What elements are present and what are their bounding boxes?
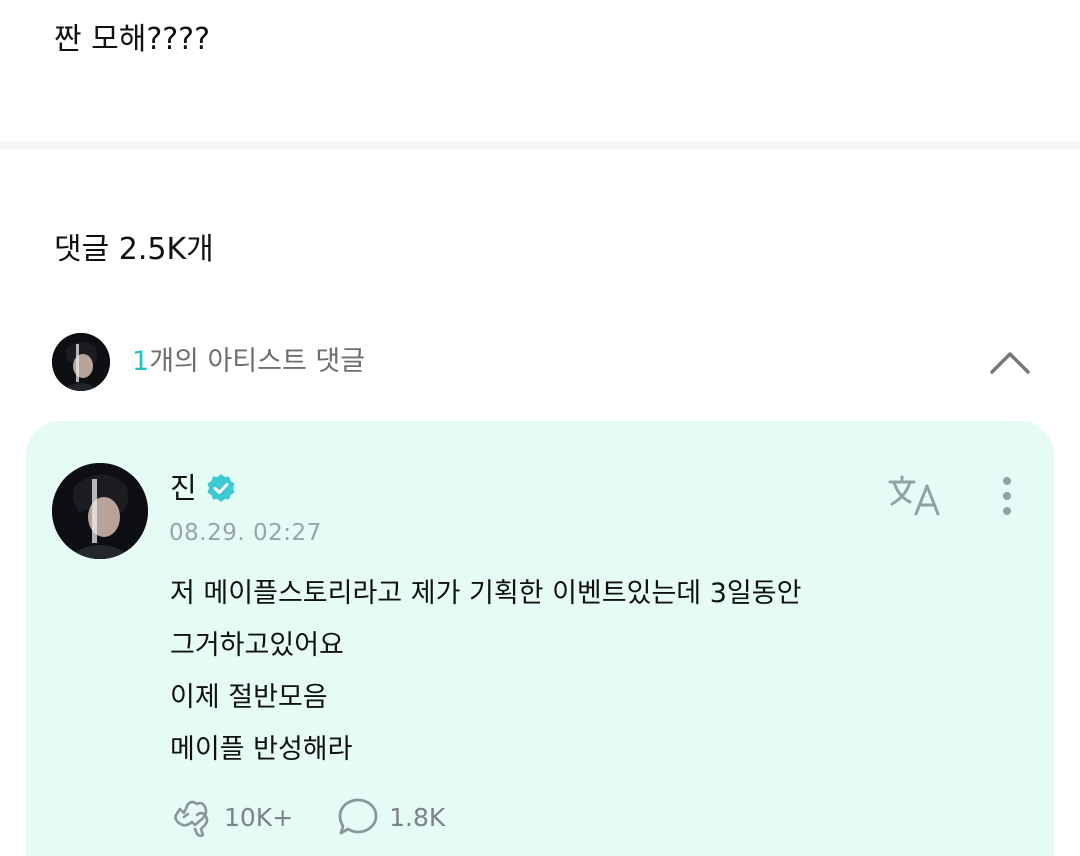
artist-avatar — [52, 333, 110, 391]
chevron-up-icon[interactable] — [988, 342, 1032, 382]
comment-line: 메이플 반성해라 — [170, 734, 353, 765]
artist-comments-count: 1 — [132, 346, 150, 377]
comment-line: 그거하고있어요 — [170, 630, 344, 661]
comment-line: 이제 절반모음 — [170, 682, 328, 713]
artist-comments-label: 1개의 아티스트 댓글 — [132, 342, 365, 382]
section-divider — [0, 141, 1080, 149]
comment-line: 저 메이플스토리라고 제가 기획한 이벤트있는데 3일동안 — [170, 578, 802, 609]
reply-count: 1.8K — [389, 802, 446, 832]
artist-comments-text: 개의 아티스트 댓글 — [149, 346, 366, 377]
more-vertical-icon[interactable] — [990, 474, 1024, 518]
comment-actions: 10K+ 1.8K — [170, 795, 487, 839]
comment-body: 저 메이플스토리라고 제가 기획한 이벤트있는데 3일동안 그거하고있어요 이제… — [170, 568, 1010, 776]
author-avatar[interactable] — [52, 463, 148, 559]
author-name[interactable]: 진 — [170, 468, 197, 508]
speech-bubble-icon — [338, 798, 378, 835]
reply-button[interactable]: 1.8K — [335, 795, 445, 839]
comment-timestamp: 08.29. 02:27 — [169, 520, 322, 546]
heart-hand-icon — [174, 800, 209, 838]
page: 짠 모해???? 댓글 2.5K개 1개의 아티스트 댓글 진 08.29. 0… — [0, 0, 1080, 856]
post-text: 짠 모해???? — [54, 22, 211, 57]
like-button[interactable]: 10K+ — [170, 795, 293, 839]
translate-icon[interactable] — [886, 474, 944, 518]
comments-count: 댓글 2.5K개 — [54, 232, 214, 267]
artist-comments-toggle[interactable]: 1개의 아티스트 댓글 — [52, 332, 1032, 392]
author-name-row: 진 — [170, 468, 237, 508]
like-count: 10K+ — [224, 802, 294, 832]
verified-badge-icon — [205, 472, 237, 504]
